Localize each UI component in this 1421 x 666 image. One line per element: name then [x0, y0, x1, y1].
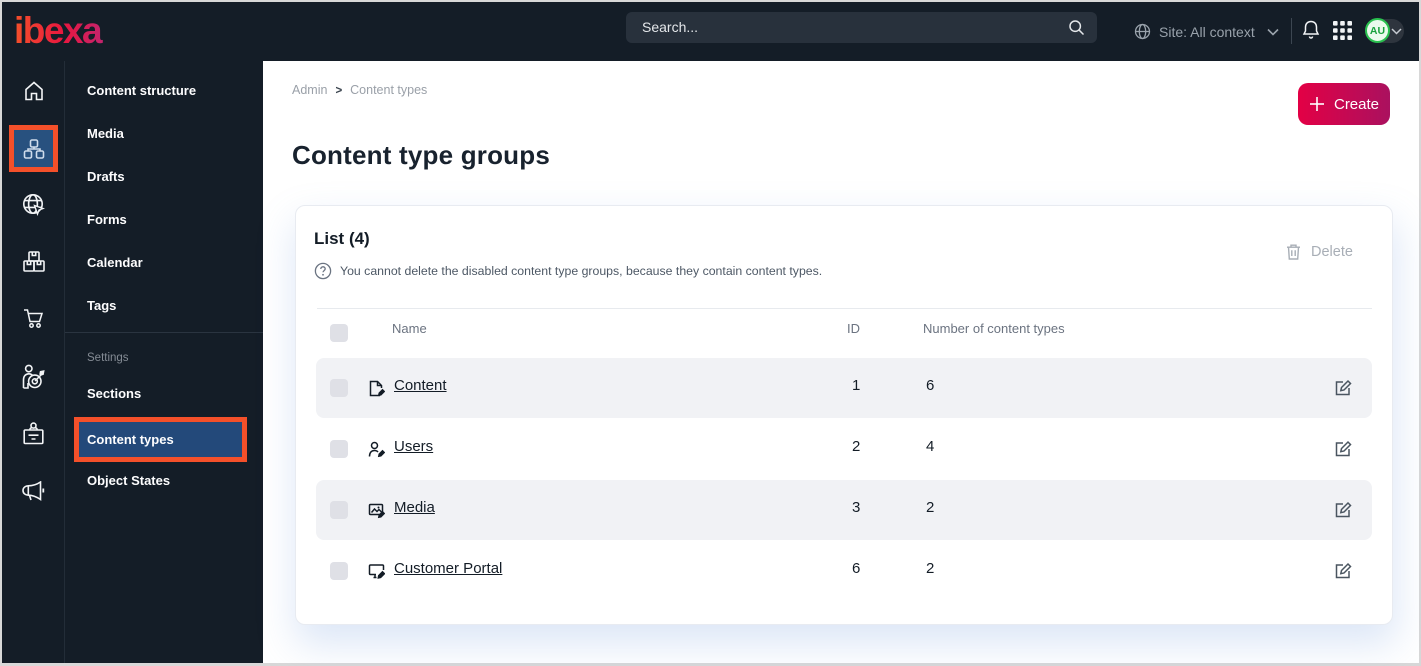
svg-text:ibexa: ibexa	[14, 10, 103, 51]
